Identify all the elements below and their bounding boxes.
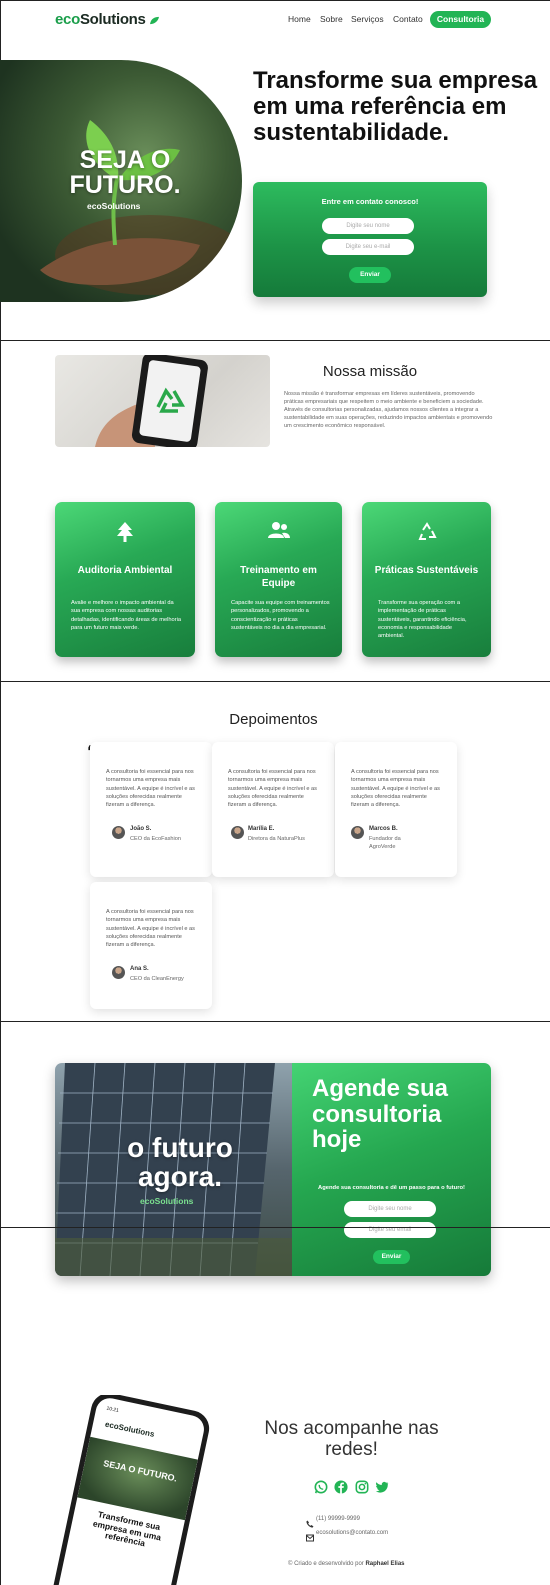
mockup-time: 10:21 [105,1405,120,1415]
testimonial-role: Diretora da NaturaPlus [248,836,305,842]
mission-text: Nossa missão é transformar empresas em l… [284,391,493,429]
testimonial-name: João S. [130,826,152,832]
footer-email[interactable]: ecosolutions@contato.com [316,1530,388,1536]
cta-image-text-2: agora. [137,1161,223,1192]
hero-email-input[interactable]: Digite seu e-mail [322,239,414,255]
testimonial-text: A consultoria foi essencial para nos tor… [228,769,317,809]
instagram-icon[interactable] [355,1480,369,1494]
service-card-audit: Auditoria Ambiental Avalie e melhore o i… [55,502,195,657]
testimonial-card: A consultoria foi essencial para nos tor… [212,742,334,877]
consultoria-button[interactable]: Consultoria [430,11,491,28]
hero-image-text-2: FUTURO. [69,171,181,199]
nav-contact[interactable]: Contato [393,14,423,24]
testimonial-name: Ana S. [130,966,149,972]
avatar [351,826,364,839]
phone-icon [306,1515,315,1528]
logo-eco-text: eco [55,11,80,28]
tree-icon [117,522,133,542]
logo-solutions-text: Solutions [79,11,146,28]
section-divider [0,1227,550,1228]
service-text: Transforme sua operação com a implementa… [378,600,467,640]
service-card-practices: Práticas Sustentáveis Transforme sua ope… [362,502,491,657]
footer-title: Nos acompanhe nas redes! [264,1418,439,1460]
leaf-icon [150,16,160,24]
brand-logo[interactable]: ecoSolutions [55,11,160,28]
testimonial-text: A consultoria foi essencial para nos tor… [106,909,195,949]
mission-image [55,355,270,447]
email-icon [306,1529,315,1542]
testimonial-text: A consultoria foi essencial para nos tor… [351,769,440,809]
testimonials-title: Depoimentos [229,711,318,728]
cta-image-logo: ecoSolutions [140,1196,194,1206]
testimonial-card: A consultoria foi essencial para nos tor… [335,742,457,877]
service-title: Treinamento em Equipe [240,565,317,589]
solar-panel-image: o futuro agora. ecoSolutions [55,1063,292,1276]
service-card-training: Treinamento em Equipe Capacite sua equip… [215,502,342,657]
avatar [112,826,125,839]
footer-credit: © Criado e desenvolvido por Raphael Elia… [288,1561,405,1567]
cta-name-input[interactable]: Digite seu nome [344,1201,436,1217]
footer-credit-name[interactable]: Raphael Elias [365,1561,404,1567]
avatar [231,826,244,839]
twitter-icon[interactable] [375,1480,389,1494]
mission-title: Nossa missão [322,363,418,380]
testimonial-name: Marília E. [248,826,275,832]
cta-subtitle: Agende sua consultoria e dê um passo par… [318,1185,465,1191]
cta-card: o futuro agora. ecoSolutions Agende sua … [55,1063,491,1276]
users-icon [267,522,290,538]
facebook-icon[interactable] [334,1480,348,1494]
service-title: Práticas Sustentáveis [374,565,479,576]
testimonial-text: A consultoria foi essencial para nos tor… [106,769,195,809]
testimonial-name: Marcos B. [369,826,398,832]
section-divider [0,681,550,682]
cta-email-input[interactable]: Digite seu email [344,1222,436,1238]
contact-form-card: Entre em contato conosco! Digite seu nom… [253,182,487,297]
testimonial-card: A consultoria foi essencial para nos tor… [90,882,212,1009]
footer-phone: (11) 99999-9999 [316,1516,360,1522]
testimonial-card: A consultoria foi essencial para nos tor… [90,742,212,877]
testimonial-role: CEO da EcoFashion [130,836,181,842]
avatar [112,966,125,979]
footer-credit-prefix: © Criado e desenvolvido por [288,1561,366,1567]
nav-about[interactable]: Sobre [320,14,343,24]
whatsapp-icon[interactable] [314,1480,328,1494]
recycle-icon [418,522,437,540]
contact-form-title: Entre em contato conosco! [321,197,419,206]
page-top-border [0,0,550,1]
section-divider [0,340,550,341]
hero-send-button[interactable]: Enviar [349,267,391,283]
hero-image-text-1: SEJA O [79,146,171,174]
cta-image-text-1: o futuro [127,1132,233,1163]
phone-mockup: 10:21 ecoSolutions SEJA O FUTURO. Transf… [45,1395,215,1585]
service-text: Capacite sua equipe com treinamentos per… [231,600,330,631]
cta-form-panel: Agende sua consultoria hoje Agende sua c… [292,1063,491,1276]
testimonial-role: CEO da CleanEnergy [130,976,184,982]
hero-title: Transforme sua empresa em uma referência… [253,67,538,146]
service-text: Avalie e melhore o impacto ambiental da … [71,600,182,631]
hero-image-logo: ecoSolutions [87,201,141,211]
cta-send-button[interactable]: Enviar [373,1250,410,1264]
hero-name-input[interactable]: Digite seu nome [322,218,414,234]
phone-recycle-illustration [95,355,208,447]
section-divider [0,1021,550,1022]
service-title: Auditoria Ambiental [77,565,173,576]
nav-services[interactable]: Serviços [351,14,384,24]
nav-home[interactable]: Home [288,14,311,24]
hero-image: SEJA O FUTURO. ecoSolutions [0,60,242,302]
mockup-logo: ecoSolutions [104,1419,156,1439]
testimonial-role: Fundador da AgroVerde [369,836,401,850]
cta-title: Agende sua consultoria hoje [312,1075,449,1153]
